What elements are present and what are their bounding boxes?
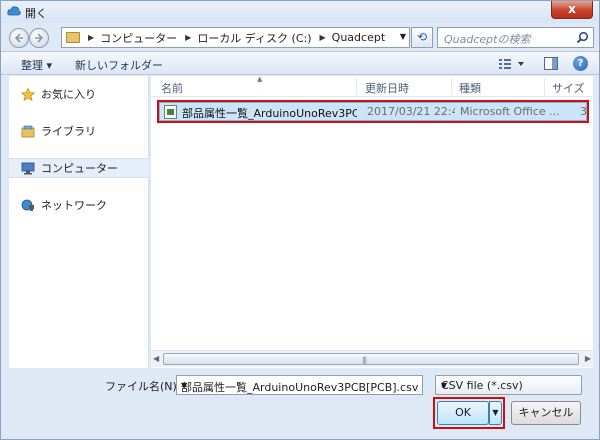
column-header: ▲ 名前 更新日時 種類 サイズ — [151, 75, 593, 97]
search-icon[interactable] — [576, 31, 589, 44]
navigation-bar: ▶ コンピューター ▶ ローカル ディスク (C:) ▶ Quadcept ▼ … — [1, 23, 599, 51]
forward-arrow-icon — [35, 33, 44, 43]
new-folder-button[interactable]: 新しいフォルダー — [75, 57, 163, 73]
refresh-icon: ⟲ — [416, 30, 428, 44]
scrollbar-thumb[interactable]: ||| — [163, 353, 579, 365]
chevron-right-icon[interactable]: ▶ — [185, 33, 191, 42]
sidebar-item-network[interactable]: ネットワーク — [9, 195, 149, 215]
sidebar-item-label: ライブラリ — [41, 125, 96, 138]
close-icon: x — [568, 2, 576, 16]
cancel-button[interactable]: キャンセル — [511, 401, 581, 425]
window-title: 開く — [25, 7, 47, 20]
sidebar-item-label: コンピューター — [41, 162, 118, 175]
filename-input[interactable]: 部品属性一覧_ArduinoUnoRev3PCB[PCB].csv ▼ — [176, 375, 423, 395]
breadcrumb-quadcept[interactable]: Quadcept — [332, 31, 385, 44]
sort-ascending-icon: ▲ — [257, 75, 263, 83]
scroll-left-icon[interactable]: ◀ — [153, 354, 159, 363]
file-list: ▲ 名前 更新日時 種類 サイズ 部品属性一覧_ArduinoUnoRev3PC… — [151, 75, 593, 368]
refresh-button[interactable]: ⟲ — [411, 27, 433, 48]
back-button[interactable] — [9, 28, 29, 48]
chevron-down-icon: ▼ — [492, 408, 499, 417]
open-file-dialog: 開く x ▶ コンピューター ▶ ローカル ディスク (C:) ▶ Quadce… — [0, 0, 600, 440]
chevron-right-icon[interactable]: ▶ — [88, 33, 94, 42]
column-name[interactable]: 名前 — [161, 80, 183, 96]
back-arrow-icon — [14, 33, 23, 43]
chevron-down-icon[interactable]: ▼ — [400, 32, 406, 41]
chevron-down-icon[interactable]: ▼ — [181, 381, 418, 390]
close-button[interactable]: x — [551, 1, 593, 19]
sidebar-item-libraries[interactable]: ライブラリ — [9, 121, 149, 141]
ok-button[interactable]: OK — [437, 401, 489, 425]
view-options-icon[interactable] — [498, 57, 526, 71]
chevron-right-icon[interactable]: ▶ — [320, 33, 326, 42]
column-type[interactable]: 種類 — [459, 80, 481, 96]
search-input[interactable]: Quadceptの検索 — [437, 27, 594, 48]
forward-button[interactable] — [29, 28, 49, 48]
cloud-icon — [7, 6, 21, 16]
help-icon[interactable]: ? — [573, 56, 588, 71]
address-bar[interactable]: ▶ コンピューター ▶ ローカル ディスク (C:) ▶ Quadcept ▼ — [61, 27, 410, 48]
library-icon — [21, 125, 35, 137]
filename-label: ファイル名(N): — [105, 380, 181, 393]
search-placeholder: Quadceptの検索 — [444, 33, 531, 46]
file-type-select[interactable]: CSV file (*.csv) ▼ — [435, 375, 582, 395]
horizontal-scrollbar[interactable]: ◀ ||| ▶ — [151, 350, 593, 367]
grip-icon: ||| — [362, 356, 367, 364]
breadcrumb-computer[interactable]: コンピューター — [100, 30, 177, 46]
folder-icon — [66, 32, 80, 43]
star-icon — [21, 87, 35, 101]
breadcrumb-local-disk[interactable]: ローカル ディスク (C:) — [197, 30, 311, 46]
sidebar-item-computer[interactable]: コンピューター — [9, 158, 149, 178]
navigation-pane: お気に入り ライブラリ コンピューター ネットワーク — [9, 76, 149, 368]
computer-icon — [21, 162, 35, 174]
command-bar: 整理 ▾ 新しいフォルダー ? — [1, 51, 599, 75]
network-icon — [21, 199, 34, 211]
chevron-down-icon: ▼ — [441, 381, 448, 390]
sidebar-item-label: お気に入り — [41, 88, 96, 101]
sidebar-item-label: ネットワーク — [41, 199, 107, 212]
title-bar: 開く x — [1, 1, 599, 23]
scroll-right-icon[interactable]: ▶ — [585, 354, 591, 363]
ok-split-dropdown[interactable]: ▼ — [489, 401, 502, 425]
column-size[interactable]: サイズ — [552, 80, 585, 96]
dialog-footer: ファイル名(N): 部品属性一覧_ArduinoUnoRev3PCB[PCB].… — [1, 369, 599, 439]
sidebar-item-favorites[interactable]: お気に入り — [9, 84, 149, 104]
highlight-outline — [157, 100, 589, 123]
organize-button[interactable]: 整理 ▾ — [21, 57, 52, 73]
preview-pane-icon[interactable] — [544, 57, 558, 70]
column-date[interactable]: 更新日時 — [365, 80, 409, 96]
